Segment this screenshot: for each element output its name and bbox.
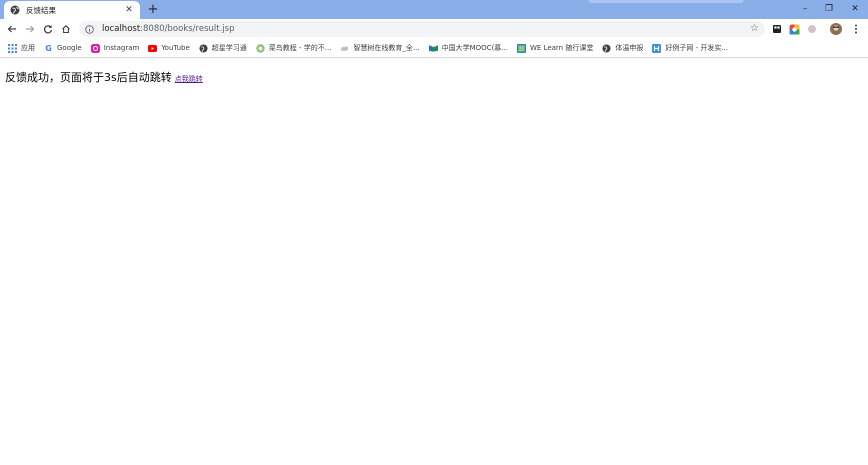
back-arrow-icon[interactable] xyxy=(4,21,20,37)
page-content: 反馈成功，页面将于3s后自动跳转 点我跳转 xyxy=(0,59,868,465)
globe-icon xyxy=(10,5,20,15)
bookmark-label: Instagram xyxy=(103,44,140,52)
bookmark-apps[interactable]: 应用 xyxy=(8,41,35,55)
bookmark-instagram[interactable]: Instagram xyxy=(90,41,140,55)
bookmark-label: 菜鸟教程 - 学的不... xyxy=(268,44,332,52)
instagram-icon xyxy=(90,43,100,53)
bookmark-label: 中国大学MOOC(慕... xyxy=(441,44,508,52)
minimize-button[interactable]: – xyxy=(798,2,812,16)
haolizi-icon xyxy=(652,43,662,53)
globe-icon xyxy=(199,43,208,53)
bookmark-label: 好例子网 - 开发实... xyxy=(665,44,728,52)
bookmark-zhihuishu[interactable]: 智慧树在线教育_全... xyxy=(340,41,420,55)
bookmark-label: 体温申报 xyxy=(615,44,644,52)
bookmark-chaoxing[interactable]: 超星学习通 xyxy=(199,41,247,55)
bookmark-mooc[interactable]: 中国大学MOOC(慕... xyxy=(428,41,508,55)
browser-toolbar: localhost:8080/books/result.jsp ☆ xyxy=(0,19,868,39)
redirect-link[interactable]: 点我跳转 xyxy=(175,74,203,84)
forward-arrow-icon[interactable] xyxy=(22,21,38,37)
bookmark-google[interactable]: G Google xyxy=(44,41,82,55)
mooc-icon xyxy=(428,44,438,53)
url-text[interactable]: localhost:8080/books/result.jsp xyxy=(102,24,234,34)
bookmark-label: 应用 xyxy=(21,44,35,52)
grey-extension-icon[interactable] xyxy=(806,23,818,35)
menu-kebab-icon[interactable] xyxy=(850,23,862,35)
bookmark-label: 超星学习通 xyxy=(211,44,247,52)
tab-title: 反馈结果 xyxy=(26,5,56,15)
close-window-button[interactable]: ✕ xyxy=(848,2,862,16)
info-icon[interactable] xyxy=(85,24,94,34)
bookmark-youtube[interactable]: YouTube xyxy=(148,41,190,55)
tab-strip: 反馈结果 ✕ + – ❐ ✕ xyxy=(0,0,868,19)
globe-icon xyxy=(602,43,611,53)
reload-icon[interactable] xyxy=(40,21,56,37)
youtube-icon xyxy=(148,44,158,53)
bookmark-label: YouTube xyxy=(161,44,190,52)
address-bar[interactable]: localhost:8080/books/result.jsp ☆ xyxy=(79,21,765,37)
zhihuishu-icon xyxy=(340,44,349,53)
active-tab[interactable]: 反馈结果 ✕ xyxy=(4,1,140,19)
bookmark-haolizi[interactable]: 好例子网 - 开发实... xyxy=(652,41,728,55)
url-host: localhost xyxy=(102,24,141,34)
tab-search-strip xyxy=(588,0,744,3)
bookmark-label: Google xyxy=(57,44,82,52)
bookmark-temperature[interactable]: 体温申报 xyxy=(602,41,643,55)
bookmark-label: 智慧树在线教育_全... xyxy=(353,44,420,52)
profile-avatar[interactable] xyxy=(830,23,842,35)
colorful-extension-icon[interactable] xyxy=(788,23,800,35)
home-icon[interactable] xyxy=(58,21,74,37)
bookmark-runoob[interactable]: 菜鸟教程 - 学的不... xyxy=(256,41,332,55)
apps-grid-icon xyxy=(8,43,17,53)
bookmarks-bar: 应用 G Google Instagram YouTube 超星学习通 菜鸟教程… xyxy=(0,39,868,58)
bookmark-welearn[interactable]: WE Learn 随行课堂 xyxy=(516,41,594,55)
feedback-line: 反馈成功，页面将于3s后自动跳转 点我跳转 xyxy=(5,69,203,85)
google-icon: G xyxy=(45,43,52,53)
tab-close-icon[interactable]: ✕ xyxy=(124,5,134,15)
feedback-message: 反馈成功，页面将于3s后自动跳转 xyxy=(5,71,172,84)
extension-icon[interactable] xyxy=(771,23,783,35)
new-tab-plus-icon[interactable]: + xyxy=(146,3,160,17)
url-path: :8080/books/result.jsp xyxy=(140,24,235,34)
restore-button[interactable]: ❐ xyxy=(822,2,836,16)
bookmark-label: WE Learn 随行课堂 xyxy=(529,44,594,52)
welearn-icon xyxy=(516,43,526,53)
bookmark-star-icon[interactable]: ☆ xyxy=(750,23,759,35)
runoob-icon xyxy=(256,43,265,53)
